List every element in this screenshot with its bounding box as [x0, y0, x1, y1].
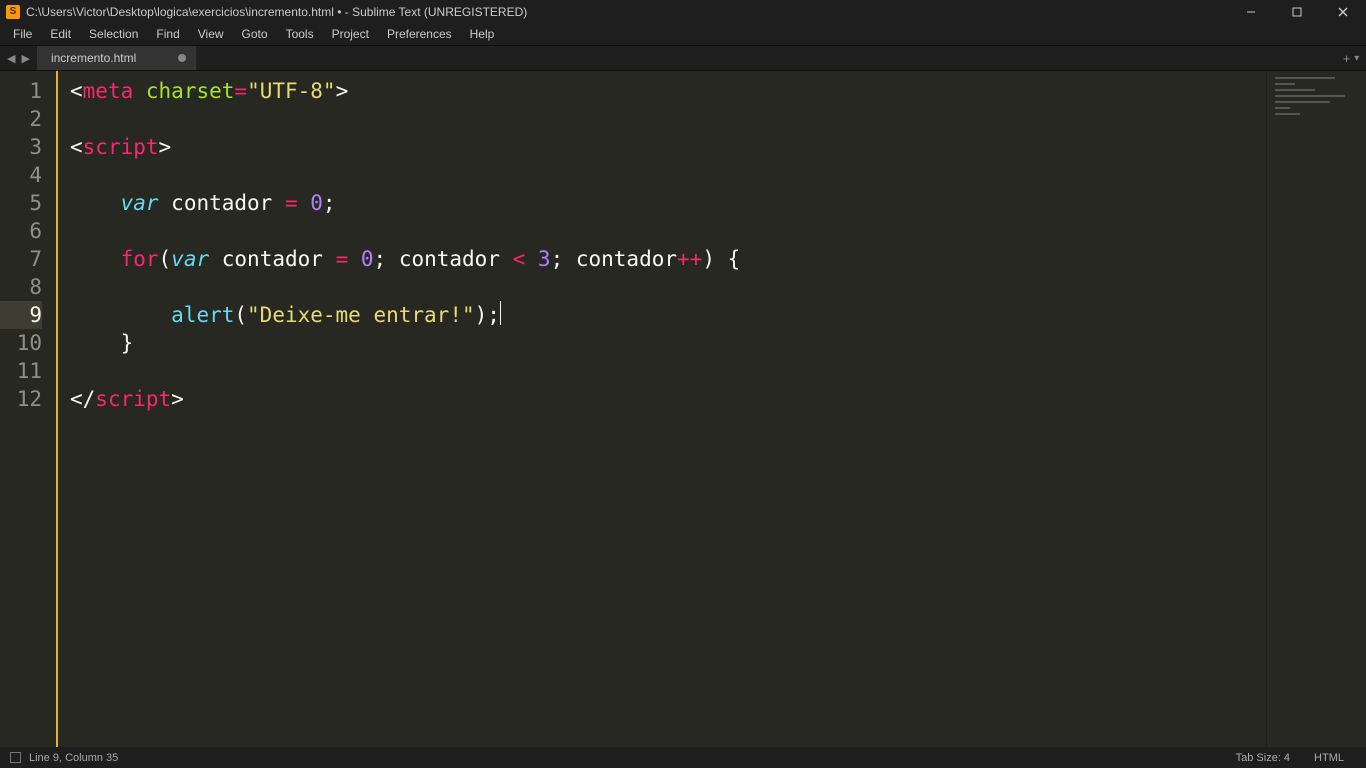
tab-row: ◀ ▶ incremento.html + ▾: [0, 46, 1366, 71]
file-tab[interactable]: incremento.html: [37, 46, 197, 70]
code-line: }: [70, 329, 1266, 357]
cursor-position-label[interactable]: Line 9, Column 35: [29, 752, 118, 764]
line-number: 12: [0, 385, 42, 413]
code-line: <meta charset="UTF-8">: [70, 77, 1266, 105]
menu-edit[interactable]: Edit: [41, 23, 80, 45]
code-line-active: alert("Deixe-me entrar!");: [70, 301, 1266, 329]
code-line: for(var contador = 0; contador < 3; cont…: [70, 245, 1266, 273]
menu-preferences[interactable]: Preferences: [378, 23, 461, 45]
menu-view[interactable]: View: [189, 23, 233, 45]
menu-find[interactable]: Find: [147, 23, 188, 45]
line-number: 4: [0, 161, 42, 189]
maximize-button[interactable]: [1274, 0, 1320, 23]
menu-goto[interactable]: Goto: [233, 23, 277, 45]
line-number-active: 9: [0, 301, 42, 329]
menu-tools[interactable]: Tools: [277, 23, 323, 45]
line-number: 8: [0, 273, 42, 301]
minimize-button[interactable]: [1228, 0, 1274, 23]
line-number: 5: [0, 189, 42, 217]
code-line: <script>: [70, 133, 1266, 161]
status-bar: Line 9, Column 35 Tab Size: 4 HTML: [0, 747, 1366, 768]
code-line: [70, 217, 1266, 245]
file-tab-label: incremento.html: [51, 51, 136, 65]
code-line: [70, 105, 1266, 133]
editor-area: 1 2 3 4 5 6 7 8 9 10 11 12 <meta charset…: [0, 71, 1366, 747]
code-text-area[interactable]: <meta charset="UTF-8"> <script> var cont…: [56, 71, 1266, 747]
app-icon: S: [6, 5, 20, 19]
code-line: [70, 273, 1266, 301]
menu-selection[interactable]: Selection: [80, 23, 147, 45]
tab-size-label[interactable]: Tab Size: 4: [1224, 752, 1302, 764]
menu-help[interactable]: Help: [461, 23, 504, 45]
dirty-indicator-icon: [178, 54, 186, 62]
code-line: [70, 357, 1266, 385]
new-tab-button[interactable]: + ▾: [1336, 46, 1366, 70]
code-line: </script>: [70, 385, 1266, 413]
code-line: [70, 161, 1266, 189]
nav-forward-icon[interactable]: ▶: [18, 52, 32, 65]
text-cursor: [500, 301, 501, 325]
title-bar: S C:\Users\Victor\Desktop\logica\exercic…: [0, 0, 1366, 23]
line-number: 7: [0, 245, 42, 273]
syntax-label[interactable]: HTML: [1302, 752, 1356, 764]
line-number-gutter[interactable]: 1 2 3 4 5 6 7 8 9 10 11 12: [0, 71, 56, 747]
menu-project[interactable]: Project: [323, 23, 378, 45]
close-button[interactable]: [1320, 0, 1366, 23]
line-number: 11: [0, 357, 42, 385]
line-number: 3: [0, 133, 42, 161]
line-number: 2: [0, 105, 42, 133]
minimap[interactable]: [1266, 71, 1366, 747]
nav-back-icon[interactable]: ◀: [4, 52, 18, 65]
menu-bar: File Edit Selection Find View Goto Tools…: [0, 23, 1366, 46]
menu-file[interactable]: File: [4, 23, 41, 45]
line-number: 10: [0, 329, 42, 357]
line-number: 6: [0, 217, 42, 245]
panel-toggle-icon[interactable]: [10, 752, 21, 763]
window-title: C:\Users\Victor\Desktop\logica\exercicio…: [26, 5, 1228, 19]
tab-empty-area[interactable]: [197, 46, 1336, 70]
line-number: 1: [0, 77, 42, 105]
code-line: var contador = 0;: [70, 189, 1266, 217]
